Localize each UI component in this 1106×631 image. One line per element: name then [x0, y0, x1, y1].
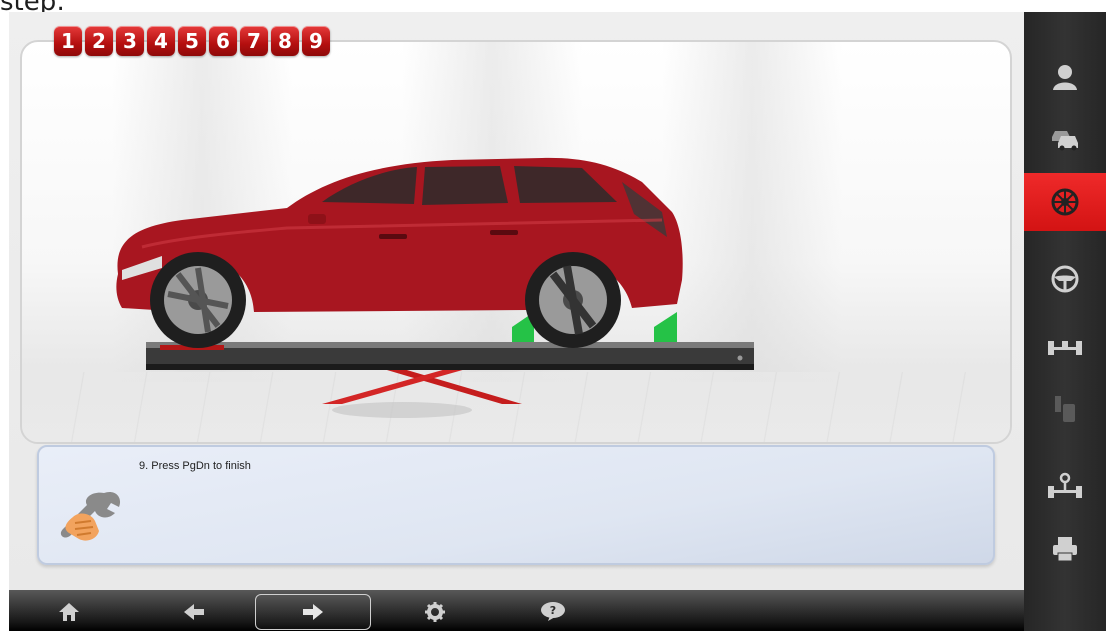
turntable-pad [654, 312, 677, 342]
lift-runway [146, 342, 754, 370]
sidebar-item-ride-height[interactable] [1024, 380, 1106, 438]
cars-icon [1052, 131, 1078, 151]
wheel-icon [1051, 188, 1079, 216]
gear-icon [425, 602, 445, 622]
rear-wheel [525, 252, 621, 348]
settings-button[interactable] [415, 594, 455, 630]
instruction-text: 9. Press PgDn to finish [139, 460, 251, 472]
sidebar-item-caster-swing[interactable] [1024, 250, 1106, 308]
steering-wheel-icon [1051, 265, 1079, 293]
step-badge-3[interactable]: 3 [116, 26, 144, 56]
step-badge-6[interactable]: 6 [209, 26, 237, 56]
step-badge-7[interactable]: 7 [240, 26, 268, 56]
step-badge-5[interactable]: 5 [178, 26, 206, 56]
right-sidebar [1024, 12, 1106, 631]
instruction-panel: 9. Press PgDn to finish [37, 445, 995, 565]
sidebar-item-vehicle-select[interactable] [1024, 110, 1106, 168]
next-button[interactable] [255, 594, 371, 630]
svg-text:?: ? [550, 604, 556, 617]
step-badge-9[interactable]: 9 [302, 26, 330, 56]
bottom-toolbar: ? [9, 590, 1024, 631]
step-badge-4[interactable]: 4 [147, 26, 175, 56]
wrench-hand-icon [60, 491, 121, 541]
step-badges: 1 2 3 4 5 6 7 8 9 [54, 26, 330, 56]
arrow-right-icon [303, 604, 323, 620]
vehicle-scene [20, 40, 1012, 444]
tire-lift-icon [1055, 396, 1075, 422]
help-button[interactable]: ? [531, 594, 575, 630]
sidebar-item-wheel-runout[interactable] [1024, 173, 1106, 231]
sidebar-item-alignment-adjust[interactable] [1024, 457, 1106, 515]
main-area: 1 2 3 4 5 6 7 8 9 9. Press PgDn to finis… [9, 12, 1024, 590]
sidebar-item-axle-measure[interactable] [1024, 318, 1106, 376]
step-badge-1[interactable]: 1 [54, 26, 82, 56]
home-button[interactable] [49, 594, 89, 630]
axle-pin-icon [1048, 472, 1082, 498]
printer-icon [1053, 537, 1077, 562]
car-on-lift-illustration [116, 157, 754, 418]
arrow-left-icon [184, 604, 204, 620]
back-button[interactable] [174, 594, 214, 630]
step-badge-2[interactable]: 2 [85, 26, 113, 56]
home-icon [59, 603, 79, 621]
question-icon: ? [541, 602, 565, 621]
sidebar-item-customer[interactable] [1024, 48, 1106, 106]
person-icon [1053, 65, 1077, 90]
sidebar-item-print-report[interactable] [1024, 520, 1106, 578]
axle-icon [1048, 341, 1082, 355]
front-wheel [150, 252, 246, 348]
aligner-app: 1 2 3 4 5 6 7 8 9 9. Press PgDn to finis… [9, 12, 1106, 631]
step-badge-8[interactable]: 8 [271, 26, 299, 56]
